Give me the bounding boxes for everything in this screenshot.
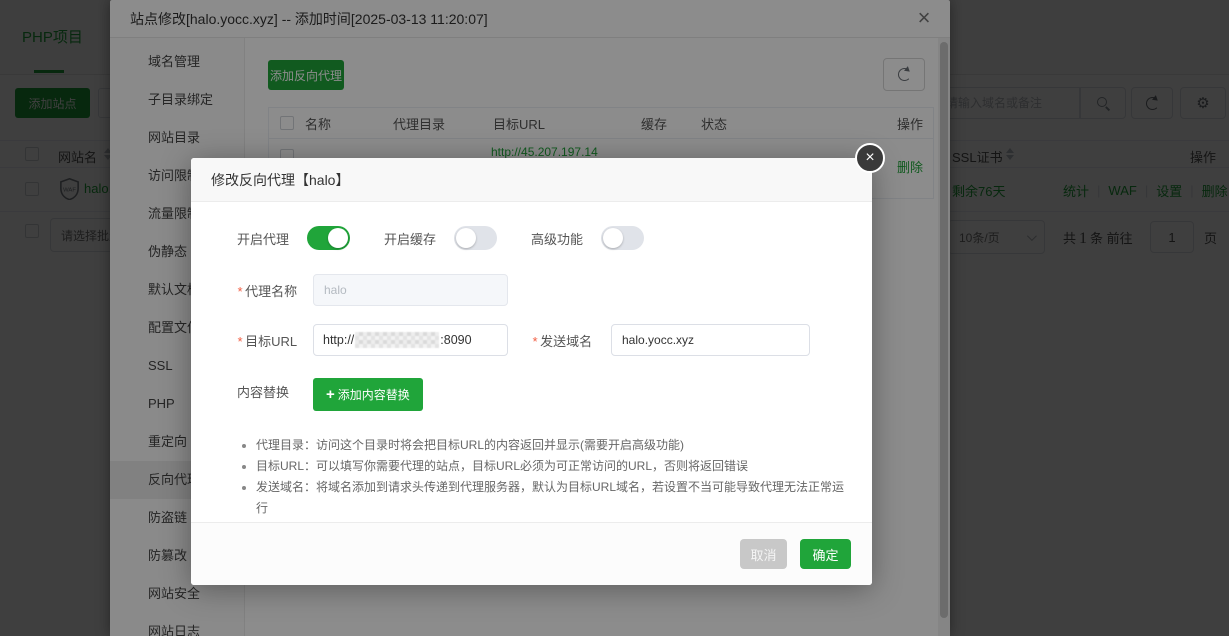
enable-cache-label: 开启缓存 (384, 229, 454, 248)
close-icon[interactable]: × (855, 143, 885, 173)
note-target-url: 目标URL：可以填写你需要代理的站点，目标URL必须为可正常访问的URL，否则将… (256, 456, 748, 477)
required-mark: * (237, 334, 242, 349)
toggle-row: 开启代理 开启缓存 高级功能 (237, 226, 852, 250)
content-replace-label: 内容替换 (237, 378, 313, 401)
masked-ip (355, 332, 439, 348)
required-mark: * (532, 334, 537, 349)
enable-proxy-toggle[interactable] (307, 226, 350, 250)
confirm-button[interactable]: 确定 (800, 539, 851, 569)
enable-proxy-label: 开启代理 (237, 229, 307, 248)
screen: PHP项目 添加站点 ⚙ 网站名 SSL证书 操作 WAF halo. 剩余76… (0, 0, 1229, 636)
edit-proxy-body: 开启代理 开启缓存 高级功能 *代理名称 *目标URL http:// (191, 202, 872, 540)
target-url-label: 目标URL (245, 334, 297, 349)
required-mark: * (237, 284, 242, 299)
note-send-domain: 发送域名：将域名添加到请求头传递到代理服务器，默认为目标URL域名，若设置不当可… (256, 477, 852, 519)
edit-proxy-header: 修改反向代理【halo】 (191, 158, 872, 202)
send-domain-label: 发送域名 (540, 334, 592, 349)
content-replace-row: 内容替换 +添加内容替换 (237, 378, 852, 411)
url-port: :8090 (440, 333, 471, 347)
proxy-name-label: 代理名称 (245, 284, 297, 299)
note-proxy-dir: 代理目录：访问这个目录时将会把目标URL的内容返回并显示(需要开启高级功能) (256, 435, 684, 456)
url-prefix: http:// (323, 333, 354, 347)
proxy-name-row: *代理名称 (237, 274, 852, 306)
advanced-toggle[interactable] (601, 226, 644, 250)
cancel-button[interactable]: 取消 (740, 539, 787, 569)
add-content-replace-button[interactable]: +添加内容替换 (313, 378, 423, 411)
send-domain-input[interactable] (611, 324, 810, 356)
proxy-name-input (313, 274, 508, 306)
target-url-input[interactable]: http:// :8090 (313, 324, 508, 356)
target-url-row: *目标URL http:// :8090 *发送域名 (237, 324, 852, 356)
plus-icon: + (326, 386, 335, 403)
enable-cache-toggle[interactable] (454, 226, 497, 250)
edit-proxy-modal: × 修改反向代理【halo】 开启代理 开启缓存 高级功能 *代理名称 (191, 158, 872, 585)
advanced-label: 高级功能 (531, 229, 601, 248)
edit-proxy-footer: 取消 确定 (191, 522, 872, 585)
edit-proxy-title: 修改反向代理【halo】 (211, 158, 349, 202)
